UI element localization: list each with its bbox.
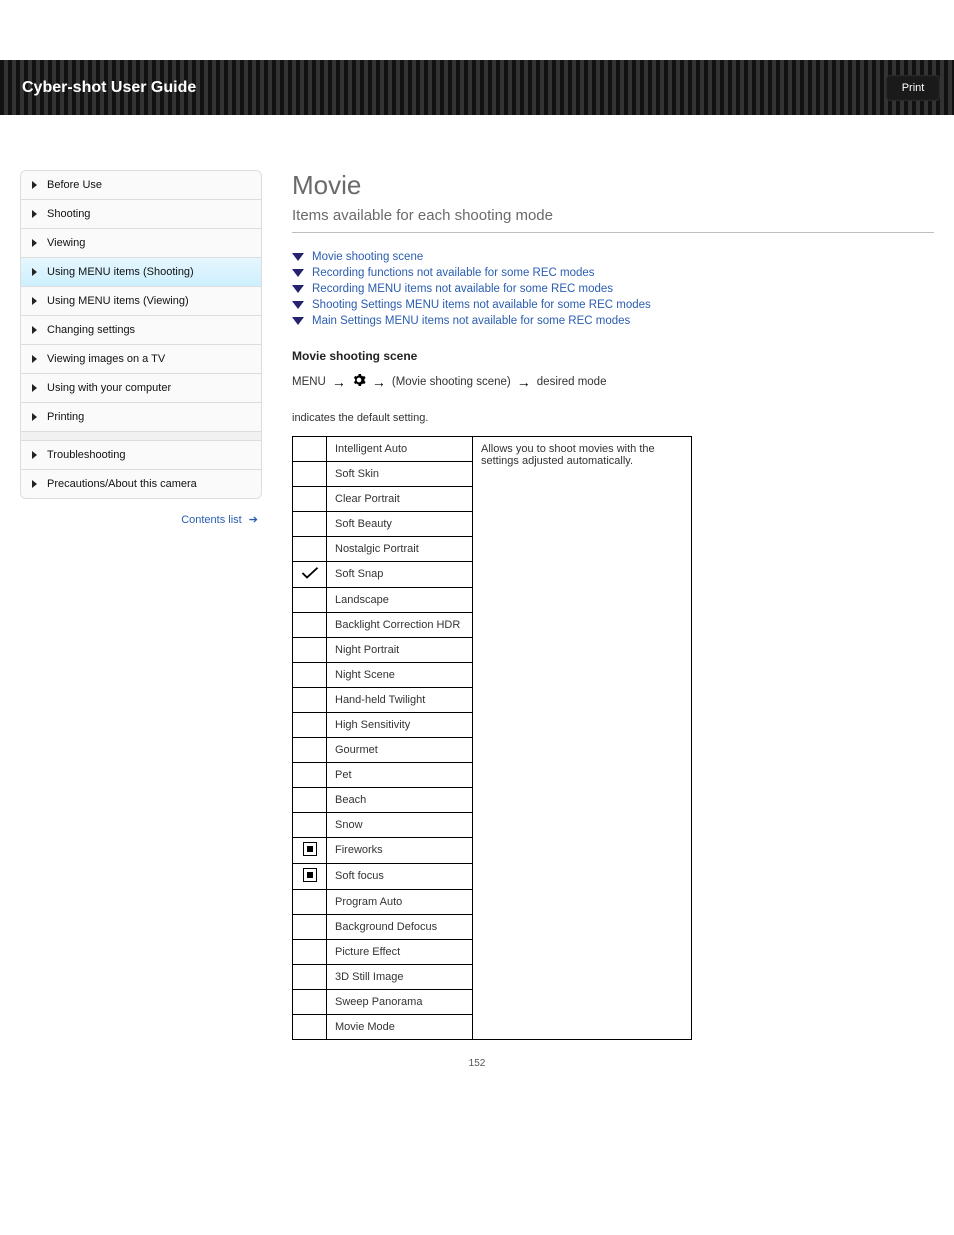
- label-cell: Soft Snap: [327, 562, 473, 588]
- top-bar: Cyber-shot User Guide Print: [0, 60, 954, 115]
- toc-item[interactable]: Shooting Settings MENU items not availab…: [292, 297, 934, 313]
- arrow-right-icon: ➔: [249, 514, 258, 526]
- main-content: Movie Items available for each shooting …: [262, 170, 934, 1040]
- mark-cell: [293, 990, 327, 1015]
- default-note: indicates the default setting.: [292, 412, 934, 424]
- mark-cell: [293, 940, 327, 965]
- label-cell: Snow: [327, 813, 473, 838]
- settings-table: Intelligent Auto Allows you to shoot mov…: [292, 436, 692, 1040]
- label-cell: Program Auto: [327, 890, 473, 915]
- mark-cell: [293, 864, 327, 890]
- sidebar-item-precautions[interactable]: Precautions/About this camera: [21, 470, 261, 498]
- path-segment: desired mode: [537, 376, 607, 388]
- mark-cell: [293, 738, 327, 763]
- mark-cell: [293, 965, 327, 990]
- mark-cell: [293, 437, 327, 462]
- desc-cell: Allows you to shoot movies with the sett…: [473, 437, 692, 1040]
- dot-box-icon: [303, 868, 317, 882]
- toc-item[interactable]: Recording MENU items not available for s…: [292, 281, 934, 297]
- mark-cell: [293, 763, 327, 788]
- contents-list-link[interactable]: Contents list ➔: [20, 513, 262, 526]
- mark-cell: [293, 512, 327, 537]
- label-cell: Intelligent Auto: [327, 437, 473, 462]
- arrow-right-icon: →: [332, 374, 346, 390]
- toc-item[interactable]: Movie shooting scene: [292, 249, 934, 265]
- label-cell: Soft Beauty: [327, 512, 473, 537]
- mark-cell: [293, 613, 327, 638]
- label-cell: 3D Still Image: [327, 965, 473, 990]
- label-cell: Nostalgic Portrait: [327, 537, 473, 562]
- mark-cell: [293, 638, 327, 663]
- label-cell: Sweep Panorama: [327, 990, 473, 1015]
- label-cell: Night Portrait: [327, 638, 473, 663]
- toc-item[interactable]: Main Settings MENU items not available f…: [292, 313, 934, 329]
- table-row: Intelligent Auto Allows you to shoot mov…: [293, 437, 692, 462]
- layout: Before Use Shooting Viewing Using MENU i…: [0, 170, 954, 1040]
- label-cell: Landscape: [327, 588, 473, 613]
- sidebar-item-viewing[interactable]: Viewing: [21, 229, 261, 258]
- mark-cell: [293, 588, 327, 613]
- mark-cell: [293, 1015, 327, 1040]
- dot-box-icon: [303, 842, 317, 856]
- label-cell: Night Scene: [327, 663, 473, 688]
- toc-list: Movie shooting scene Recording functions…: [292, 249, 934, 329]
- mark-cell: [293, 537, 327, 562]
- mark-cell: [293, 713, 327, 738]
- sidebar-item-before-use[interactable]: Before Use: [21, 171, 261, 200]
- sidebar-item-menu-viewing[interactable]: Using MENU items (Viewing): [21, 287, 261, 316]
- label-cell: Fireworks: [327, 838, 473, 864]
- sidebar-item-changing-settings[interactable]: Changing settings: [21, 316, 261, 345]
- sidebar-item-troubleshooting[interactable]: Troubleshooting: [21, 440, 261, 470]
- mark-cell: [293, 487, 327, 512]
- sidebar-item-menu-shooting[interactable]: Using MENU items (Shooting): [21, 258, 261, 287]
- mark-cell: [293, 838, 327, 864]
- path-segment: (Movie shooting scene): [392, 376, 511, 388]
- label-cell: Hand-held Twilight: [327, 688, 473, 713]
- gear-icon: [352, 373, 366, 390]
- label-cell: Soft focus: [327, 864, 473, 890]
- label-cell: Gourmet: [327, 738, 473, 763]
- sidebar-item-computer[interactable]: Using with your computer: [21, 374, 261, 403]
- label-cell: Soft Skin: [327, 462, 473, 487]
- mark-cell: [293, 890, 327, 915]
- path-segment: MENU: [292, 376, 326, 388]
- label-cell: Movie Mode: [327, 1015, 473, 1040]
- checkmark-icon: [301, 571, 319, 583]
- page-title: Movie: [292, 170, 934, 201]
- label-cell: Picture Effect: [327, 940, 473, 965]
- mark-cell: [293, 562, 327, 588]
- label-cell: Beach: [327, 788, 473, 813]
- menu-path: MENU → → (Movie shooting scene) → desire…: [292, 373, 934, 390]
- mark-cell: [293, 688, 327, 713]
- page-subtitle: Items available for each shooting mode: [292, 207, 934, 233]
- print-button[interactable]: Print: [886, 75, 940, 101]
- label-cell: High Sensitivity: [327, 713, 473, 738]
- sidebar: Before Use Shooting Viewing Using MENU i…: [20, 170, 262, 526]
- sidebar-item-printing[interactable]: Printing: [21, 403, 261, 432]
- label-cell: Backlight Correction HDR: [327, 613, 473, 638]
- label-cell: Background Defocus: [327, 915, 473, 940]
- mark-cell: [293, 915, 327, 940]
- mark-cell: [293, 788, 327, 813]
- arrow-right-icon: →: [372, 374, 386, 390]
- sidebar-item-shooting[interactable]: Shooting: [21, 200, 261, 229]
- page-number: 152: [0, 1058, 954, 1089]
- site-title: Cyber-shot User Guide: [8, 79, 196, 97]
- toc-item[interactable]: Recording functions not available for so…: [292, 265, 934, 281]
- sidebar-item-view-on-tv[interactable]: Viewing images on a TV: [21, 345, 261, 374]
- section-heading: Movie shooting scene: [292, 349, 934, 363]
- mark-cell: [293, 813, 327, 838]
- label-cell: Pet: [327, 763, 473, 788]
- sidemenu: Before Use Shooting Viewing Using MENU i…: [20, 170, 262, 499]
- mark-cell: [293, 462, 327, 487]
- contents-list-label[interactable]: Contents list: [181, 514, 242, 526]
- mark-cell: [293, 663, 327, 688]
- arrow-right-icon: →: [517, 374, 531, 390]
- label-cell: Clear Portrait: [327, 487, 473, 512]
